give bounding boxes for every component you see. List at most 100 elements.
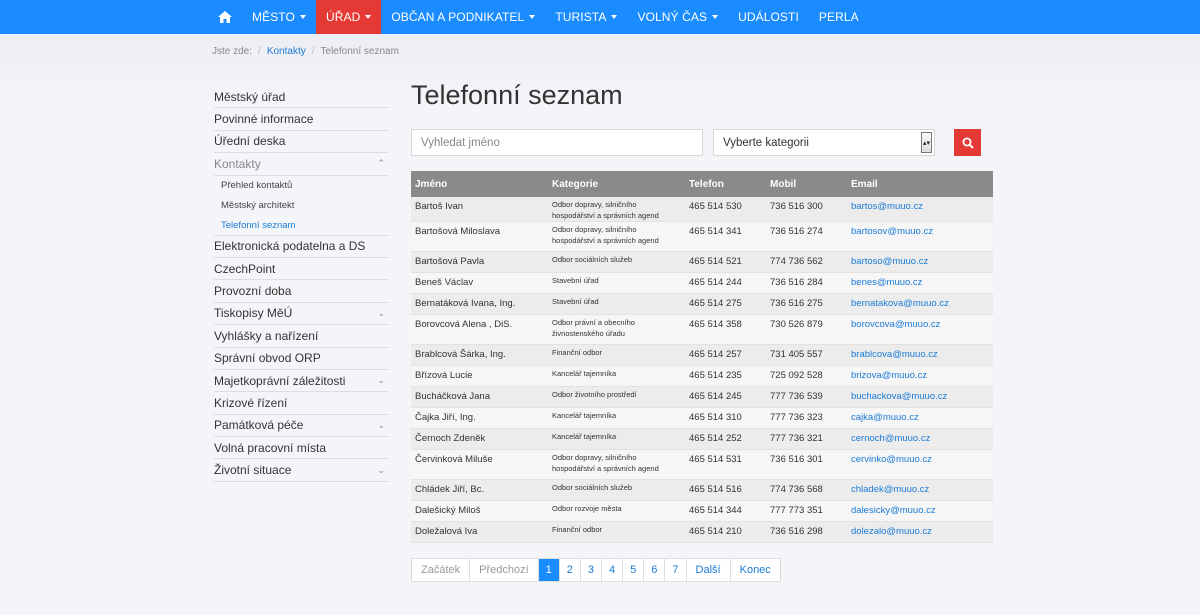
search-button[interactable] xyxy=(954,129,981,156)
cell-email[interactable]: chladek@muuo.cz xyxy=(847,479,993,501)
sidebar-item-bottom-1[interactable]: CzechPoint xyxy=(214,258,389,281)
cell-category: Odbor sociálních služeb xyxy=(548,479,685,501)
cell-email[interactable]: cervinko@muuo.cz xyxy=(847,449,993,480)
chevron-down-icon[interactable]: ⌄ xyxy=(377,420,389,431)
cell-email[interactable]: cajka@muuo.cz xyxy=(847,407,993,429)
chevron-down-icon[interactable]: ⌄ xyxy=(377,375,389,386)
pagination-page-4[interactable]: 4 xyxy=(602,559,624,581)
cell-email[interactable]: buchackova@muuo.cz xyxy=(847,386,993,408)
nav-item-4[interactable]: VOLNÝ ČAS xyxy=(627,0,728,34)
table-row: Břízová Lucie Kancelář tajemníka 465 514 2… xyxy=(411,365,993,387)
breadcrumb-separator: / xyxy=(258,46,261,57)
chevron-up-icon[interactable]: ⌃ xyxy=(377,158,389,169)
sidebar-subitem-2[interactable]: Telefonní seznam xyxy=(214,216,389,236)
cell-email[interactable]: bartoso@muuo.cz xyxy=(847,251,993,273)
pagination-page-1[interactable]: 1 xyxy=(538,559,560,581)
cell-category: Odbor sociálních služeb xyxy=(548,251,685,273)
nav-item-label: UDÁLOSTI xyxy=(738,10,799,24)
sidebar-item-bottom-7[interactable]: Krizové řízení xyxy=(214,392,389,415)
cell-email[interactable]: benes@muuo.cz xyxy=(847,272,993,294)
nav-item-5[interactable]: UDÁLOSTI xyxy=(728,0,809,34)
pagination-first-button: Začátek xyxy=(412,559,471,581)
sidebar-item-bottom-2[interactable]: Provozní doba xyxy=(214,280,389,303)
sidebar-item-label: Povinné informace xyxy=(214,112,314,127)
category-select[interactable]: Vyberte kategorii ▴▾ xyxy=(713,129,935,156)
pagination-page-2[interactable]: 2 xyxy=(560,559,581,581)
sidebar-item-bottom-9[interactable]: Volná pracovní místa xyxy=(214,437,389,460)
home-link[interactable] xyxy=(208,0,242,34)
pagination-page-7[interactable]: 7 xyxy=(665,559,687,581)
pagination-last-button[interactable]: Konec xyxy=(731,559,780,581)
cell-name: Čajka Jiří, Ing. xyxy=(411,407,548,429)
cell-phone: 465 514 252 xyxy=(685,428,766,450)
chevron-down-icon[interactable]: ⌄ xyxy=(377,308,389,319)
pagination-page-5[interactable]: 5 xyxy=(623,559,645,581)
sidebar-item-top-0[interactable]: Městský úřad xyxy=(214,86,389,109)
sidebar-subitem-0[interactable]: Přehled kontaktů xyxy=(214,176,389,196)
cell-phone: 465 514 210 xyxy=(685,521,766,543)
sidebar-item-bottom-3[interactable]: Tiskopisy MěÚ ⌄ xyxy=(214,303,389,326)
cell-mobile: 736 516 300 xyxy=(766,197,847,222)
table-row: Chládek Jiří, Bc. Odbor sociálních služeb… xyxy=(411,479,993,501)
cell-phone: 465 514 235 xyxy=(685,365,766,387)
cell-phone: 465 514 358 xyxy=(685,314,766,345)
cell-phone: 465 514 521 xyxy=(685,251,766,273)
sidebar-item-top-1[interactable]: Povinné informace xyxy=(214,108,389,131)
pagination-page-6[interactable]: 6 xyxy=(644,559,666,581)
cell-name: Doležalová Iva xyxy=(411,521,548,543)
cell-category: Odbor dopravy, silničního hospodářství a… xyxy=(548,197,685,222)
chevron-down-icon[interactable]: ⌄ xyxy=(377,465,389,476)
cell-email[interactable]: dolezalo@muuo.cz xyxy=(847,521,993,543)
sidebar-item-top-2[interactable]: Úřední deska xyxy=(214,131,389,154)
cell-mobile: 777 736 323 xyxy=(766,407,847,429)
cell-phone: 465 514 530 xyxy=(685,197,766,222)
cell-email[interactable]: bartosov@muuo.cz xyxy=(847,221,993,252)
cell-email[interactable]: brablcova@muuo.cz xyxy=(847,344,993,366)
cell-category: Finanční odbor xyxy=(548,344,685,366)
table-row: Doležalová Iva Finanční odbor 465 514 210 7… xyxy=(411,521,993,543)
sidebar-item-label: Krizové řízení xyxy=(214,395,288,410)
cell-name: Břízová Lucie xyxy=(411,365,548,387)
table-row: Bernatáková Ivana, Ing. Stavební úřad 465 … xyxy=(411,293,993,315)
nav-item-1[interactable]: ÚŘAD xyxy=(315,0,382,34)
cell-email[interactable]: brizova@muuo.cz xyxy=(847,365,993,387)
sidebar-item-top-3[interactable]: Kontakty ⌃ xyxy=(214,153,389,176)
nav-menu: MĚSTO ÚŘAD OBČAN A PODNIKATEL TURISTA VOLNÝ … xyxy=(208,0,869,34)
breadcrumb-link-kontakty[interactable]: Kontakty xyxy=(267,46,306,57)
category-select-value: Vyberte kategorii xyxy=(723,136,809,149)
cell-email[interactable]: dalesicky@muuo.cz xyxy=(847,500,993,522)
sidebar-item-bottom-4[interactable]: Vyhlášky a nařízení xyxy=(214,325,389,348)
nav-item-6[interactable]: PERLA xyxy=(809,0,869,34)
sidebar-item-label: Tiskopisy MěÚ xyxy=(214,306,293,321)
pagination-next-button[interactable]: Další xyxy=(687,559,731,581)
search-icon xyxy=(962,137,974,149)
nav-item-2[interactable]: OBČAN A PODNIKATEL xyxy=(381,0,545,34)
cell-mobile: 736 516 274 xyxy=(766,221,847,252)
cell-phone: 465 514 531 xyxy=(685,449,766,480)
cell-name: Borovcová Alena , DiS. xyxy=(411,314,548,345)
pagination: Začátek Předchozí 1 2 3 4 5 6 7 Další Konec xyxy=(411,558,781,582)
nav-item-3[interactable]: TURISTA xyxy=(545,0,627,34)
sidebar-item-bottom-0[interactable]: Elektronická podatelna a DS xyxy=(214,236,389,258)
sidebar-menu: Městský úřad Povinné informace Úřední desk… xyxy=(214,86,389,482)
nav-item-0[interactable]: MĚSTO xyxy=(242,0,316,34)
pagination-page-3[interactable]: 3 xyxy=(581,559,603,581)
sidebar-item-label: Majetkoprávní záležitosti xyxy=(214,373,346,388)
cell-category: Odbor dopravy, silničního hospodářství a… xyxy=(548,449,685,480)
cell-phone: 465 514 244 xyxy=(685,272,766,294)
cell-mobile: 736 516 298 xyxy=(766,521,847,543)
sidebar-item-bottom-10[interactable]: Životní situace ⌄ xyxy=(214,459,389,482)
sidebar-item-bottom-8[interactable]: Památková péče ⌄ xyxy=(214,415,389,438)
sidebar-item-bottom-5[interactable]: Správní obvod ORP xyxy=(214,348,389,370)
cell-email[interactable]: cernoch@muuo.cz xyxy=(847,428,993,450)
pagination-prev-button: Předchozí xyxy=(470,559,539,581)
table-row: Beneš Václav Stavební úřad 465 514 244 736 … xyxy=(411,272,993,294)
sidebar-item-bottom-6[interactable]: Majetkoprávní záležitosti ⌄ xyxy=(214,370,389,393)
sidebar-item-label: Městský úřad xyxy=(214,89,286,104)
sidebar-subitem-1[interactable]: Městský architekt xyxy=(214,196,389,216)
search-name-input[interactable] xyxy=(411,129,703,156)
cell-email[interactable]: borovcova@muuo.cz xyxy=(847,314,993,345)
cell-phone: 465 514 257 xyxy=(685,344,766,366)
cell-email[interactable]: bernatakova@muuo.cz xyxy=(847,293,993,315)
cell-email[interactable]: bartos@muuo.cz xyxy=(847,197,993,222)
